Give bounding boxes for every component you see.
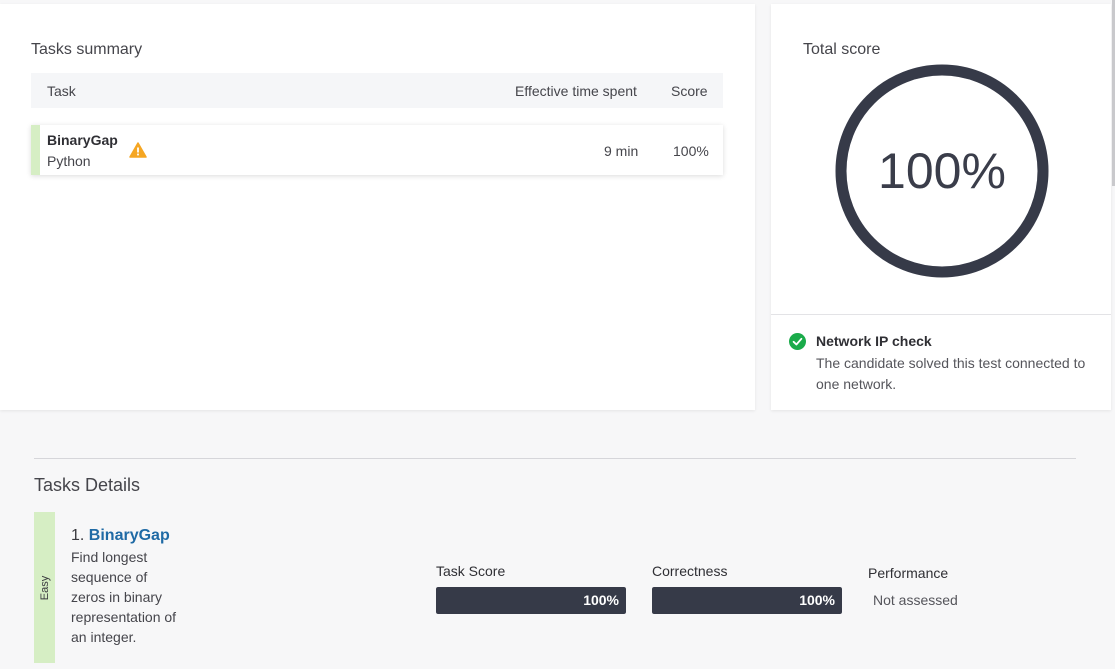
warning-icon[interactable] [129, 142, 147, 158]
page: Tasks summary Task Effective time spent … [0, 0, 1115, 669]
column-header-time: Effective time spent [515, 83, 637, 99]
total-score-title: Total score [803, 41, 881, 58]
correctness-label: Correctness [652, 563, 728, 579]
task-score-value: 100% [583, 592, 619, 608]
tasks-summary-title: Tasks summary [31, 41, 143, 58]
correctness-value: 100% [799, 592, 835, 608]
task-time-spent: 9 min [604, 143, 639, 159]
task-name: BinaryGap [47, 132, 118, 148]
column-header-task: Task [47, 83, 76, 99]
difficulty-label: Easy [38, 575, 51, 600]
performance-value: Not assessed [873, 592, 958, 608]
table-header: Task Effective time spent Score [31, 73, 723, 108]
task-description: Find longest sequence of zeros in binary… [71, 549, 177, 645]
task-detail-heading: 1. BinaryGap [71, 527, 170, 545]
tasks-details-title: Tasks Details [34, 475, 141, 495]
task-link[interactable]: BinaryGap [89, 527, 170, 544]
task-score: 100% [673, 143, 709, 159]
total-score-card: Total score 100% Network IP check The ca… [771, 4, 1111, 410]
table-row[interactable]: BinaryGap Python 9 min 100% [31, 125, 723, 175]
task-number: 1. [71, 527, 85, 544]
correctness-bar: 100% [652, 587, 842, 614]
difficulty-badge: Easy [34, 512, 55, 663]
divider [771, 314, 1111, 315]
column-header-score: Score [671, 83, 708, 99]
task-score-bar: 100% [436, 587, 626, 614]
network-ip-check-title: Network IP check [816, 333, 932, 349]
network-ip-check-description: The candidate solved this test connected… [816, 355, 1086, 392]
section-divider [34, 458, 1076, 459]
performance-label: Performance [868, 565, 949, 581]
total-score-value: 100% [878, 143, 1006, 199]
task-language: Python [47, 153, 91, 169]
task-score-label: Task Score [436, 563, 506, 579]
tasks-summary-card: Tasks summary Task Effective time spent … [0, 4, 755, 410]
difficulty-stripe [31, 125, 40, 175]
check-circle-icon [789, 333, 806, 350]
